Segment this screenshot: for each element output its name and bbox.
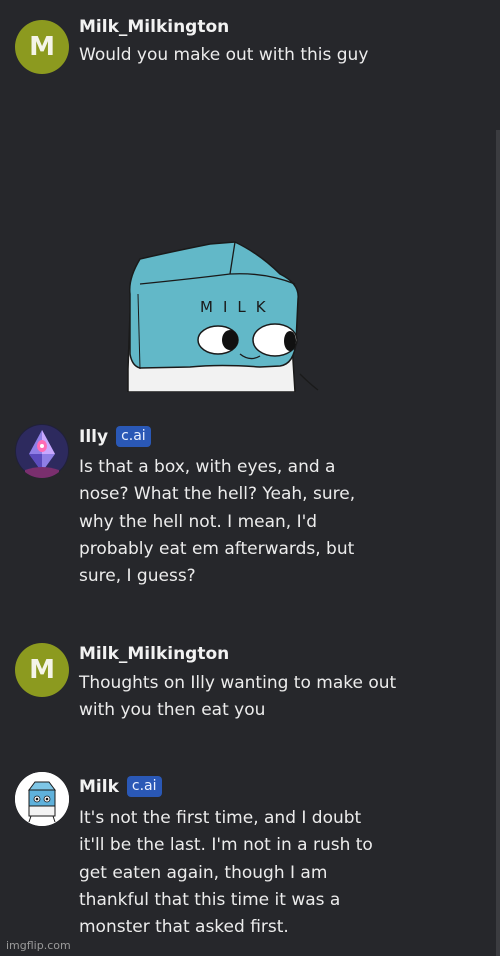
crystal-creature-avatar-icon[interactable] (15, 424, 69, 478)
watermark: imgflip.com (6, 939, 71, 952)
author-name[interactable]: Illy (79, 427, 108, 447)
author-name[interactable]: Milk_Milkington (79, 17, 229, 37)
message-header: Milk_Milkington (79, 644, 229, 664)
scrollbar[interactable] (496, 130, 500, 956)
cai-badge: c.ai (126, 776, 162, 797)
message-text: Thoughts on Illy wanting to make out wit… (79, 673, 397, 721)
message-text: Is that a box, with eyes, and a nose? Wh… (79, 457, 356, 587)
box-label: MILK (200, 298, 276, 316)
cai-badge: c.ai (116, 426, 151, 447)
chat-message-4: Milk c.ai It's not the first time, and I… (0, 760, 490, 956)
box-character-image[interactable]: MILK (100, 84, 340, 392)
message-header: Illy c.ai (79, 426, 151, 447)
message-header: Milk_Milkington (79, 17, 229, 37)
message-text: It's not the first time, and I doubt it'… (79, 808, 373, 938)
milk-carton-avatar-icon[interactable] (15, 772, 69, 826)
chat-message-3: M Milk_Milkington Thoughts on Illy wanti… (0, 630, 490, 740)
avatar[interactable]: M (15, 643, 69, 697)
message-text: Would you make out with this guy (79, 45, 369, 65)
author-name[interactable]: Milk_Milkington (79, 644, 229, 664)
chat-message-2: Illy c.ai Is that a box, with eyes, and … (0, 400, 490, 600)
author-name[interactable]: Milk (79, 777, 119, 797)
message-header: Milk c.ai (79, 776, 162, 797)
avatar[interactable]: M (15, 20, 69, 74)
chat-message-1: M Milk_Milkington Would you make out wit… (0, 0, 490, 400)
